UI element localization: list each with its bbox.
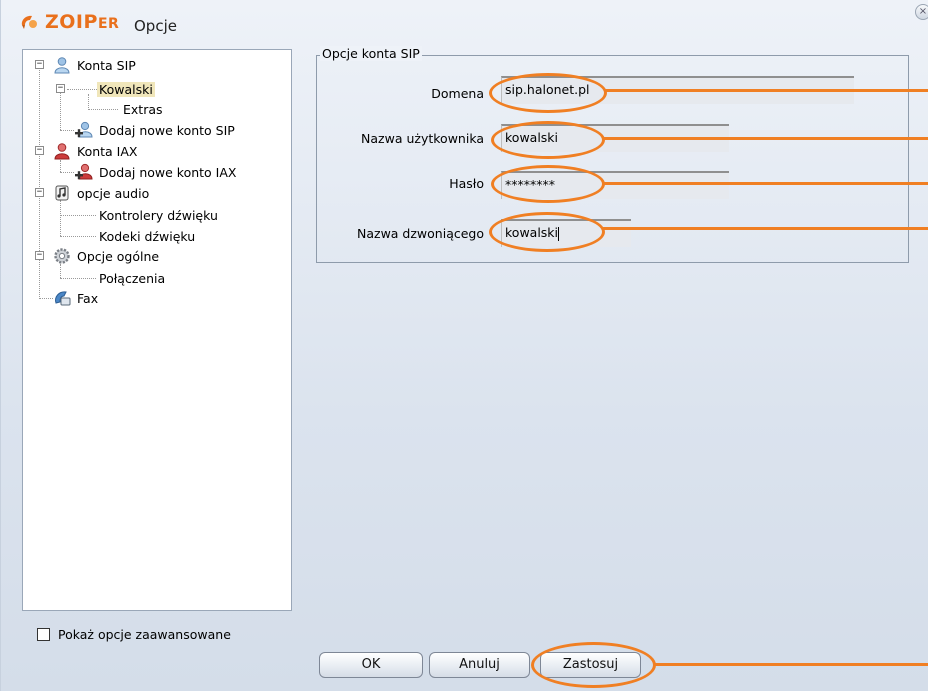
tree-item-kowalski[interactable]: Kowalski <box>97 79 155 99</box>
tree-item-dodaj-konto-iax[interactable]: Dodaj nowe konto IAX <box>75 162 238 182</box>
tree-item-opcje-audio[interactable]: opcje audio <box>53 183 151 203</box>
highlight-oval-domain <box>489 73 607 113</box>
tree-item-kontrolery-dzwieku[interactable]: Kontrolery dźwięku <box>97 205 220 225</box>
tree-item-konta-iax[interactable]: Konta IAX <box>53 141 139 161</box>
tree-item-opcje-ogolne[interactable]: Opcje ogólne <box>53 246 161 266</box>
expander-kowalski[interactable]: − <box>56 84 65 93</box>
advanced-options-toggle[interactable]: Pokaż opcje zaawansowane <box>37 627 231 642</box>
close-button[interactable]: × <box>915 4 928 20</box>
zoiper-phone-icon <box>21 15 37 29</box>
ok-button[interactable]: OK <box>319 652 423 678</box>
expander-konta-sip[interactable]: − <box>35 60 44 69</box>
window-title: Opcje <box>134 17 177 35</box>
domain-label: Domena <box>431 86 484 101</box>
expander-opcje-ogolne[interactable]: − <box>35 251 44 260</box>
highlight-line-username <box>603 137 928 140</box>
tree-item-konta-sip[interactable]: Konta SIP <box>53 55 138 75</box>
highlight-line-password <box>603 182 928 185</box>
tree-item-fax[interactable]: Fax <box>53 288 100 308</box>
highlight-oval-caller-name <box>489 212 605 252</box>
highlight-oval-username <box>491 121 605 159</box>
title-bar: ZOIPER Opcje × <box>1 0 928 46</box>
add-user-red-icon <box>75 163 93 180</box>
tree-item-dodaj-konto-sip[interactable]: Dodaj nowe konto SIP <box>75 120 237 140</box>
expander-konta-iax[interactable]: − <box>35 146 44 155</box>
expander-opcje-audio[interactable]: − <box>35 188 44 197</box>
tree-item-extras[interactable]: Extras <box>121 99 165 119</box>
highlight-oval-password <box>491 165 605 203</box>
caller-name-label: Nazwa dzwoniącego <box>357 226 484 241</box>
advanced-options-label: Pokaż opcje zaawansowane <box>58 627 231 642</box>
cancel-button[interactable]: Anuluj <box>429 652 530 678</box>
audio-icon <box>55 185 69 201</box>
gear-icon <box>54 248 70 264</box>
tree-item-polaczenia[interactable]: Połączenia <box>97 268 167 288</box>
options-window: ZOIPER Opcje × − − − − − Konta SIP Kowal… <box>0 0 928 691</box>
tree-item-kodeki-dzwieku[interactable]: Kodeki dźwięku <box>97 226 197 246</box>
fax-icon <box>55 291 71 306</box>
advanced-options-checkbox[interactable] <box>37 628 50 641</box>
highlight-line-apply <box>654 663 928 666</box>
add-user-icon <box>75 121 93 138</box>
options-tree: − − − − − Konta SIP Kowalski Extras Doda… <box>22 49 292 611</box>
brand-logo: ZOIPER <box>45 11 120 33</box>
sip-options-legend: Opcje konta SIP <box>320 46 422 61</box>
highlight-oval-apply <box>531 642 656 688</box>
password-label: Hasło <box>449 176 484 191</box>
sip-accounts-icon <box>54 57 70 74</box>
username-label: Nazwa użytkownika <box>361 131 484 146</box>
iax-accounts-icon <box>54 143 70 160</box>
highlight-line-domain <box>605 89 928 92</box>
highlight-line-caller-name <box>603 227 928 230</box>
